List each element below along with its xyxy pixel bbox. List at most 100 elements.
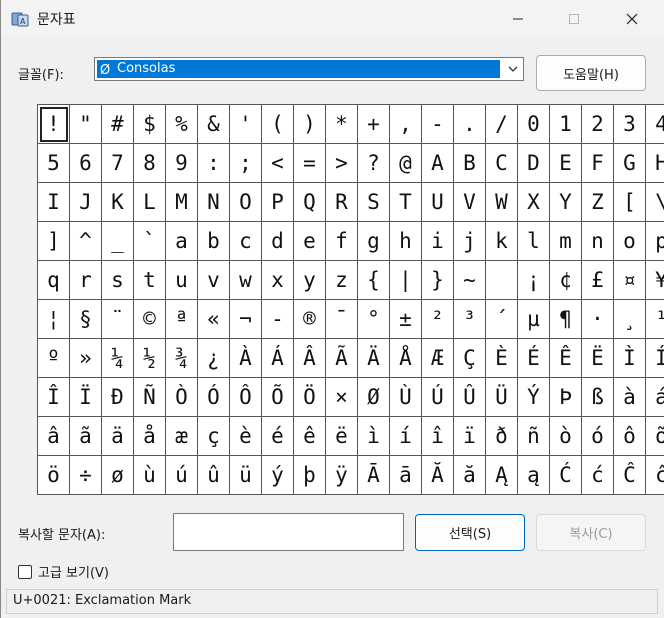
advanced-view-option[interactable]: 고급 보기(V) xyxy=(18,562,109,581)
char-cell[interactable]: x xyxy=(262,261,294,300)
char-cell[interactable]: ? xyxy=(358,144,390,183)
char-cell[interactable]: Þ xyxy=(550,378,582,417)
char-cell[interactable]: ¾ xyxy=(166,339,198,378)
char-cell[interactable]: J xyxy=(70,183,102,222)
char-cell[interactable]: c xyxy=(230,222,262,261)
char-cell[interactable]: º xyxy=(38,339,70,378)
char-cell[interactable]: M xyxy=(166,183,198,222)
char-cell[interactable]: ) xyxy=(294,105,326,144)
char-cell[interactable]: Ú xyxy=(422,378,454,417)
char-cell[interactable]: Ó xyxy=(198,378,230,417)
char-cell[interactable]: ¡ xyxy=(518,261,550,300)
char-cell[interactable]: L xyxy=(134,183,166,222)
char-cell[interactable]: ½ xyxy=(134,339,166,378)
char-cell[interactable]: Ä xyxy=(358,339,390,378)
char-cell[interactable]: f xyxy=(326,222,358,261)
char-cell[interactable]: Â xyxy=(294,339,326,378)
char-cell[interactable]: ! xyxy=(38,105,70,144)
char-cell[interactable]: < xyxy=(262,144,294,183)
char-cell[interactable]: Ă xyxy=(422,456,454,495)
char-cell[interactable]: - xyxy=(262,300,294,339)
char-cell[interactable]: s xyxy=(102,261,134,300)
char-cell[interactable]: ¹ xyxy=(646,300,664,339)
char-cell[interactable]: $ xyxy=(134,105,166,144)
char-cell[interactable]: p xyxy=(646,222,664,261)
char-cell[interactable]: & xyxy=(198,105,230,144)
char-cell[interactable]: ¶ xyxy=(550,300,582,339)
char-cell[interactable]: ® xyxy=(294,300,326,339)
char-cell[interactable]: _ xyxy=(102,222,134,261)
char-cell[interactable]: » xyxy=(70,339,102,378)
char-cell[interactable]: ü xyxy=(230,456,262,495)
char-cell[interactable]: ¤ xyxy=(614,261,646,300)
char-cell[interactable]: E xyxy=(550,144,582,183)
char-cell[interactable]: T xyxy=(390,183,422,222)
char-cell[interactable]: % xyxy=(166,105,198,144)
char-cell[interactable]: e xyxy=(294,222,326,261)
char-cell[interactable]: Ê xyxy=(550,339,582,378)
char-cell[interactable]: r xyxy=(70,261,102,300)
char-cell[interactable]: ' xyxy=(230,105,262,144)
char-cell[interactable]: 1 xyxy=(550,105,582,144)
char-cell[interactable]: À xyxy=(230,339,262,378)
char-cell[interactable]: Í xyxy=(646,339,664,378)
char-cell[interactable]: § xyxy=(70,300,102,339)
char-cell[interactable]: " xyxy=(70,105,102,144)
char-cell[interactable]: P xyxy=(262,183,294,222)
char-cell[interactable]: Ã xyxy=(326,339,358,378)
char-cell[interactable]: ÷ xyxy=(70,456,102,495)
char-cell[interactable]: Ë xyxy=(582,339,614,378)
select-button[interactable]: 선택(S) xyxy=(415,514,525,551)
char-cell[interactable]: ¿ xyxy=(198,339,230,378)
char-cell[interactable]: É xyxy=(518,339,550,378)
char-cell[interactable]: þ xyxy=(294,456,326,495)
char-cell[interactable]: O xyxy=(230,183,262,222)
char-cell[interactable]: Á xyxy=(262,339,294,378)
char-cell[interactable]: C xyxy=(486,144,518,183)
char-cell[interactable]: { xyxy=(358,261,390,300)
char-cell[interactable]: \ xyxy=(646,183,664,222)
maximize-button[interactable] xyxy=(551,0,597,38)
char-cell[interactable]: i xyxy=(422,222,454,261)
copy-button[interactable]: 복사(C) xyxy=(536,514,646,551)
char-cell[interactable]: I xyxy=(38,183,70,222)
char-cell[interactable]: î xyxy=(422,417,454,456)
char-cell[interactable]: õ xyxy=(646,417,664,456)
char-cell[interactable]: Ç xyxy=(454,339,486,378)
char-cell[interactable]: ê xyxy=(294,417,326,456)
char-cell[interactable]: 5 xyxy=(38,144,70,183)
char-cell[interactable]: í xyxy=(390,417,422,456)
char-cell[interactable]: Ì xyxy=(614,339,646,378)
char-cell[interactable]: · xyxy=(582,300,614,339)
chevron-down-icon[interactable] xyxy=(507,63,519,75)
char-cell[interactable]: 9 xyxy=(166,144,198,183)
char-cell[interactable]: ā xyxy=(390,456,422,495)
char-cell[interactable]: X xyxy=(518,183,550,222)
char-cell[interactable]: Å xyxy=(390,339,422,378)
char-cell[interactable]: , xyxy=(390,105,422,144)
char-cell[interactable]: n xyxy=(582,222,614,261)
help-button[interactable]: 도움말(H) xyxy=(536,55,646,91)
char-cell[interactable]: ì xyxy=(358,417,390,456)
char-cell[interactable]: ( xyxy=(262,105,294,144)
char-cell[interactable]: y xyxy=(294,261,326,300)
char-cell[interactable]: ý xyxy=(262,456,294,495)
char-cell[interactable]: v xyxy=(198,261,230,300)
char-cell[interactable]: - xyxy=(422,105,454,144)
char-cell[interactable]: ~ xyxy=(454,261,486,300)
char-cell[interactable]: © xyxy=(134,300,166,339)
char-cell[interactable]: | xyxy=(390,261,422,300)
char-cell[interactable]: 0 xyxy=(518,105,550,144)
char-cell[interactable]: â xyxy=(38,417,70,456)
char-cell[interactable]: K xyxy=(102,183,134,222)
char-cell[interactable]: [ xyxy=(614,183,646,222)
char-cell[interactable]: Ø xyxy=(358,378,390,417)
char-cell[interactable]: ă xyxy=(454,456,486,495)
char-cell[interactable]: d xyxy=(262,222,294,261)
char-cell[interactable]: 8 xyxy=(134,144,166,183)
char-cell[interactable]: ^ xyxy=(70,222,102,261)
char-cell[interactable]: ¯ xyxy=(326,300,358,339)
char-cell[interactable]: £ xyxy=(582,261,614,300)
char-cell[interactable]: ð xyxy=(486,417,518,456)
char-cell[interactable]: ä xyxy=(102,417,134,456)
